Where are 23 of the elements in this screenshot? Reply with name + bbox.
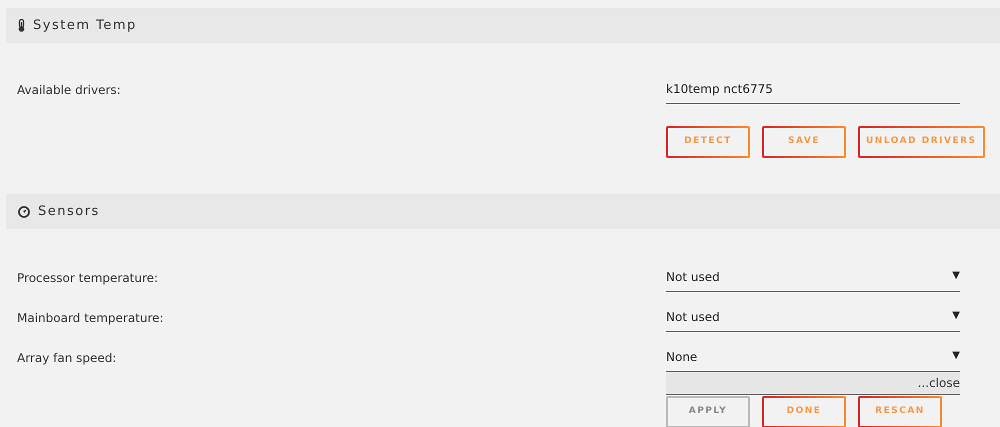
close-link[interactable]: ...close (666, 372, 960, 395)
section-title: Sensors (38, 202, 100, 221)
action-button[interactable]: RESCAN (858, 396, 942, 427)
thermometer-icon (18, 19, 25, 32)
selected-value: Not used (666, 309, 720, 326)
field-label: Array fan speed: (17, 350, 118, 367)
action-button[interactable]: DONE (762, 396, 846, 427)
field-label: Mainboard temperature: (17, 310, 165, 327)
action-button[interactable]: SAVE (762, 126, 846, 158)
action-button[interactable]: UNLOAD DRIVERS (858, 126, 985, 158)
caret-icon: ▼ (952, 268, 960, 286)
input-field[interactable]: k10temp nct6775 (666, 77, 960, 104)
selected-value: None (666, 349, 698, 366)
section-title: System Temp (33, 16, 137, 35)
field-label: Available drivers: (17, 82, 122, 99)
selected-value: Not used (666, 269, 720, 286)
dropdown-field[interactable]: Not used ▼ (666, 305, 960, 332)
gauge-icon (18, 206, 30, 218)
action-button[interactable]: DETECT (666, 126, 750, 158)
dropdown-field[interactable]: Not used ▼ (666, 265, 960, 292)
caret-icon: ▼ (952, 348, 960, 366)
caret-icon: ▼ (952, 308, 960, 326)
field-label: Processor temperature: (17, 270, 160, 287)
